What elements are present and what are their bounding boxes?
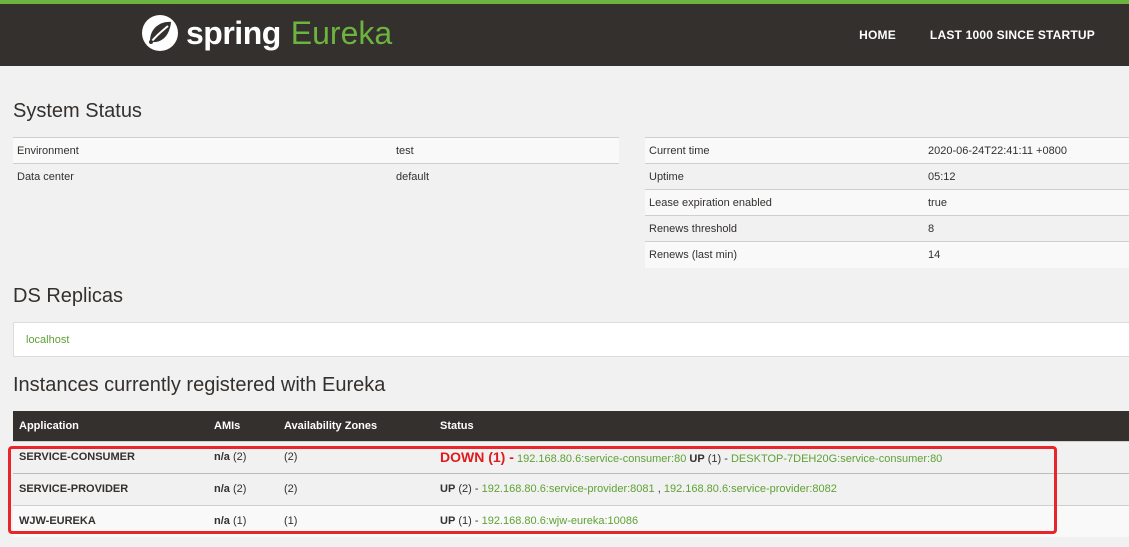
status-value: 2020-06-24T22:41:11 +0800 <box>924 137 1129 164</box>
status-up-count: (1) - <box>458 515 479 528</box>
table-row: WJW-EUREKA n/a (1) (1) UP (1) - 192.168.… <box>13 504 1129 537</box>
table-row: Lease expiration enabled true <box>645 189 1129 216</box>
table-row: SERVICE-CONSUMER n/a (2) (2) DOWN (1) - … <box>13 440 1129 473</box>
table-row: Data center default <box>13 163 619 190</box>
amis-na: n/a <box>214 483 230 495</box>
table-row: Renews threshold 8 <box>645 215 1129 242</box>
status-key: Data center <box>13 163 392 190</box>
spring-leaf-icon <box>142 15 178 51</box>
amis-na: n/a <box>214 515 230 528</box>
brand[interactable]: spring Eureka <box>140 13 392 53</box>
zones-cell: (1) <box>278 504 434 537</box>
top-navbar: spring Eureka HOME LAST 1000 SINCE START… <box>0 0 1129 66</box>
status-key: Renews (last min) <box>645 241 924 268</box>
instance-link[interactable]: DESKTOP-7DEH20G:service-consumer:80 <box>731 453 942 465</box>
column-header-amis: AMIs <box>208 411 278 441</box>
column-header-status: Status <box>434 411 1129 441</box>
application-name: WJW-EUREKA <box>13 504 208 537</box>
system-status-right-table: Current time 2020-06-24T22:41:11 +0800 U… <box>645 137 1129 268</box>
status-key: Uptime <box>645 163 924 190</box>
amis-na: n/a <box>214 451 230 463</box>
instance-link[interactable]: 192.168.80.6:service-provider:8082 <box>664 483 837 495</box>
column-header-application: Application <box>13 411 208 441</box>
instance-link[interactable]: 192.168.80.6:wjw-eureka:10086 <box>482 515 639 527</box>
application-name: SERVICE-CONSUMER <box>13 440 208 473</box>
amis-count: (1) <box>232 515 247 528</box>
status-value: 8 <box>924 215 1129 242</box>
system-status-left-table: Environment test Data center default <box>13 137 619 190</box>
status-up-count: (1) - <box>707 453 728 465</box>
status-cell: UP (2) - 192.168.80.6:service-provider:8… <box>434 472 1129 505</box>
replica-link-localhost[interactable]: localhost <box>26 334 69 346</box>
status-key: Current time <box>645 137 924 164</box>
table-row: Current time 2020-06-24T22:41:11 +0800 <box>645 137 1129 164</box>
status-up-label: UP <box>440 515 456 528</box>
status-up-label: UP <box>440 483 456 495</box>
status-cell: DOWN (1) - 192.168.80.6:service-consumer… <box>434 440 1129 473</box>
status-up-count: (2) - <box>458 483 479 495</box>
status-cell: UP (1) - 192.168.80.6:wjw-eureka:10086 <box>434 504 1129 537</box>
status-value: true <box>924 189 1129 216</box>
ds-replicas-heading: DS Replicas <box>13 285 124 307</box>
column-header-zones: Availability Zones <box>278 411 434 441</box>
brand-eureka-text: Eureka <box>290 14 393 51</box>
amis-count: (2) <box>232 451 247 463</box>
instance-link[interactable]: 192.168.80.6:service-provider:8081 <box>482 483 655 495</box>
application-name: SERVICE-PROVIDER <box>13 472 208 505</box>
status-key: Lease expiration enabled <box>645 189 924 216</box>
brand-spring-text: spring <box>186 14 281 51</box>
instances-table: Application AMIs Availability Zones Stat… <box>13 411 1129 537</box>
table-row: SERVICE-PROVIDER n/a (2) (2) UP (2) - 19… <box>13 472 1129 505</box>
amis-cell: n/a (2) <box>208 440 278 473</box>
status-up-label: UP <box>689 453 705 465</box>
nav-home-link[interactable]: HOME <box>859 28 896 42</box>
system-status-heading: System Status <box>13 100 142 122</box>
status-value: 14 <box>924 241 1129 268</box>
status-value: 05:12 <box>924 163 1129 190</box>
instances-heading: Instances currently registered with Eure… <box>13 374 386 396</box>
instance-link[interactable]: 192.168.80.6:service-consumer:80 <box>517 453 686 465</box>
ds-replicas-list: localhost <box>13 322 1129 357</box>
amis-count: (2) <box>232 483 247 495</box>
status-key: Environment <box>13 137 392 164</box>
table-row: Uptime 05:12 <box>645 163 1129 190</box>
status-down-label: DOWN (1) - <box>440 449 514 465</box>
zones-cell: (2) <box>278 440 434 473</box>
status-value: default <box>392 163 619 190</box>
zones-cell: (2) <box>278 472 434 505</box>
amis-cell: n/a (1) <box>208 504 278 537</box>
table-header-row: Application AMIs Availability Zones Stat… <box>13 411 1129 441</box>
table-row: Renews (last min) 14 <box>645 241 1129 268</box>
status-separator: , <box>657 483 661 495</box>
status-value: test <box>392 137 619 164</box>
table-row: Environment test <box>13 137 619 164</box>
main-nav: HOME LAST 1000 SINCE STARTUP <box>825 4 1095 66</box>
status-key: Renews threshold <box>645 215 924 242</box>
amis-cell: n/a (2) <box>208 472 278 505</box>
nav-last-1000-link[interactable]: LAST 1000 SINCE STARTUP <box>930 28 1095 42</box>
